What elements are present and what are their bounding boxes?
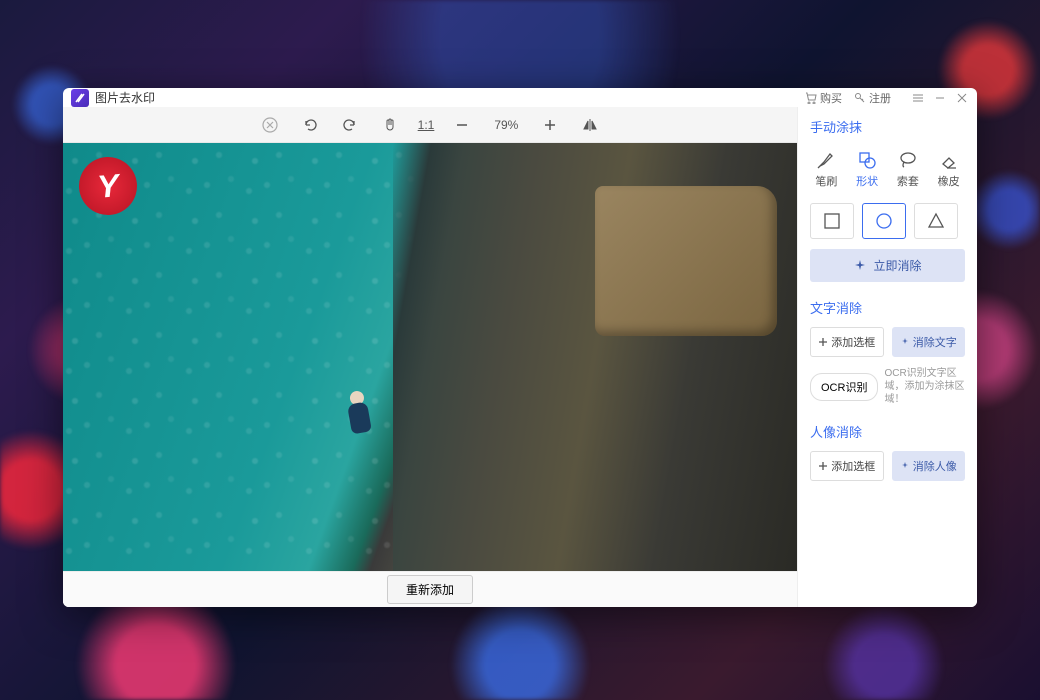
minimize-icon bbox=[934, 92, 946, 104]
loaded-image: Y bbox=[63, 143, 797, 571]
brush-icon bbox=[816, 150, 836, 170]
portrait-section-title: 人像消除 bbox=[810, 422, 965, 441]
close-button[interactable] bbox=[955, 91, 969, 105]
flip-icon bbox=[582, 117, 598, 133]
tool-tabs: 笔刷 形状 索套 橡皮 bbox=[810, 146, 965, 193]
ocr-hint: OCR识别文字区域，添加为涂抹区域！ bbox=[884, 367, 965, 406]
footer-bar: 重新添加 bbox=[63, 571, 797, 607]
manual-section-title: 手动涂抹 bbox=[810, 117, 965, 136]
canvas-area[interactable]: Y bbox=[63, 143, 797, 571]
sidebar: 手动涂抹 笔刷 形状 索套 橡皮 bbox=[797, 107, 977, 607]
shape-circle[interactable] bbox=[862, 203, 906, 239]
register-button[interactable]: 注册 bbox=[854, 90, 891, 106]
clear-button[interactable] bbox=[258, 113, 282, 137]
image-wrap: Y bbox=[63, 143, 797, 571]
shape-selector bbox=[810, 203, 965, 239]
main-area: 1:1 79% bbox=[63, 107, 797, 607]
ocr-row: OCR识别 OCR识别文字区域，添加为涂抹区域！ bbox=[810, 367, 965, 406]
cart-icon bbox=[805, 92, 817, 104]
zoom-in-button[interactable] bbox=[538, 113, 562, 137]
undo-button[interactable] bbox=[298, 113, 322, 137]
minus-icon bbox=[455, 118, 469, 132]
erase-text-button[interactable]: 消除文字 bbox=[892, 327, 966, 357]
ocr-button[interactable]: OCR识别 bbox=[810, 373, 878, 401]
hand-icon bbox=[382, 117, 398, 133]
hamburger-icon bbox=[912, 92, 924, 104]
readd-button[interactable]: 重新添加 bbox=[387, 575, 473, 604]
titlebar: 图片去水印 购买 注册 bbox=[63, 88, 977, 107]
redo-icon bbox=[342, 117, 358, 133]
content: 1:1 79% bbox=[63, 107, 977, 607]
app-title: 图片去水印 bbox=[95, 89, 155, 106]
erase-portrait-button[interactable]: 消除人像 bbox=[892, 451, 966, 481]
brush-tool[interactable]: 笔刷 bbox=[810, 146, 843, 193]
plus-icon bbox=[818, 337, 828, 347]
actual-size-button[interactable]: 1:1 bbox=[418, 113, 435, 137]
pan-button[interactable] bbox=[378, 113, 402, 137]
shape-icon bbox=[857, 150, 877, 170]
undo-icon bbox=[302, 117, 318, 133]
magic-icon bbox=[853, 259, 867, 273]
text-buttons: 添加选框 消除文字 bbox=[810, 327, 965, 357]
magic-icon bbox=[900, 337, 910, 347]
toolbar: 1:1 79% bbox=[63, 107, 797, 143]
lasso-tool[interactable]: 索套 bbox=[892, 146, 925, 193]
add-portrait-box-button[interactable]: 添加选框 bbox=[810, 451, 884, 481]
minimize-button[interactable] bbox=[933, 91, 947, 105]
lasso-icon bbox=[898, 150, 918, 170]
eraser-icon bbox=[939, 150, 959, 170]
menu-button[interactable] bbox=[911, 91, 925, 105]
flip-button[interactable] bbox=[578, 113, 602, 137]
clear-icon bbox=[261, 116, 279, 134]
square-icon bbox=[823, 212, 841, 230]
zoom-level: 79% bbox=[490, 118, 522, 132]
zoom-out-button[interactable] bbox=[450, 113, 474, 137]
portrait-buttons: 添加选框 消除人像 bbox=[810, 451, 965, 481]
app-icon bbox=[71, 89, 89, 107]
text-section-title: 文字消除 bbox=[810, 298, 965, 317]
triangle-icon bbox=[927, 212, 945, 230]
key-icon bbox=[854, 92, 866, 104]
erase-now-button[interactable]: 立即消除 bbox=[810, 249, 965, 282]
plus-icon bbox=[818, 461, 828, 471]
shape-tool[interactable]: 形状 bbox=[851, 146, 884, 193]
shape-square[interactable] bbox=[810, 203, 854, 239]
buy-button[interactable]: 购买 bbox=[805, 90, 842, 106]
redo-button[interactable] bbox=[338, 113, 362, 137]
titlebar-right: 购买 注册 bbox=[805, 90, 969, 106]
app-window: 图片去水印 购买 注册 bbox=[63, 88, 977, 607]
shape-triangle[interactable] bbox=[914, 203, 958, 239]
plus-icon bbox=[543, 118, 557, 132]
add-text-box-button[interactable]: 添加选框 bbox=[810, 327, 884, 357]
magic-icon bbox=[900, 461, 910, 471]
close-icon bbox=[956, 92, 968, 104]
circle-icon bbox=[875, 212, 893, 230]
eraser-tool[interactable]: 橡皮 bbox=[932, 146, 965, 193]
